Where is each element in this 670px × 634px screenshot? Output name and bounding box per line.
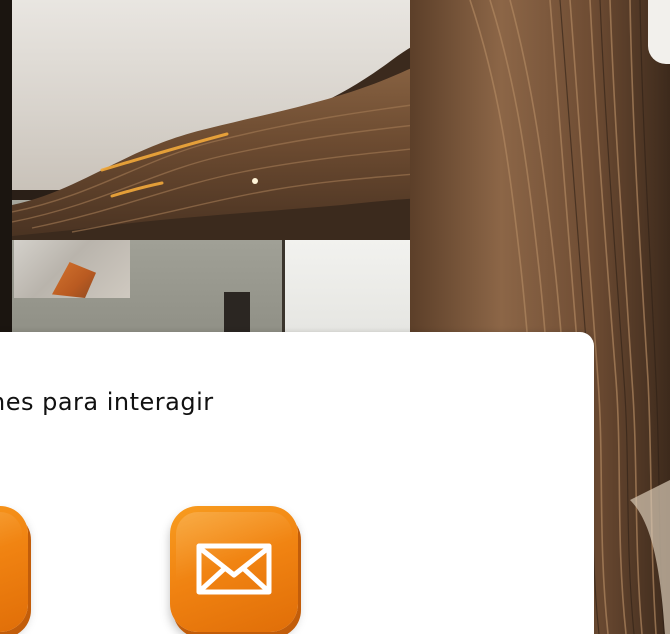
dialog-message: nes para interagir — [0, 388, 214, 416]
screen-stage: nes para interagir — [0, 0, 670, 634]
interaction-dialog: nes para interagir — [0, 332, 594, 634]
speaker — [224, 292, 250, 332]
corner-tab — [648, 0, 670, 64]
contact-button[interactable] — [0, 506, 28, 632]
envelope-icon — [196, 543, 272, 595]
button-highlight — [0, 512, 22, 626]
email-button[interactable] — [170, 506, 298, 632]
